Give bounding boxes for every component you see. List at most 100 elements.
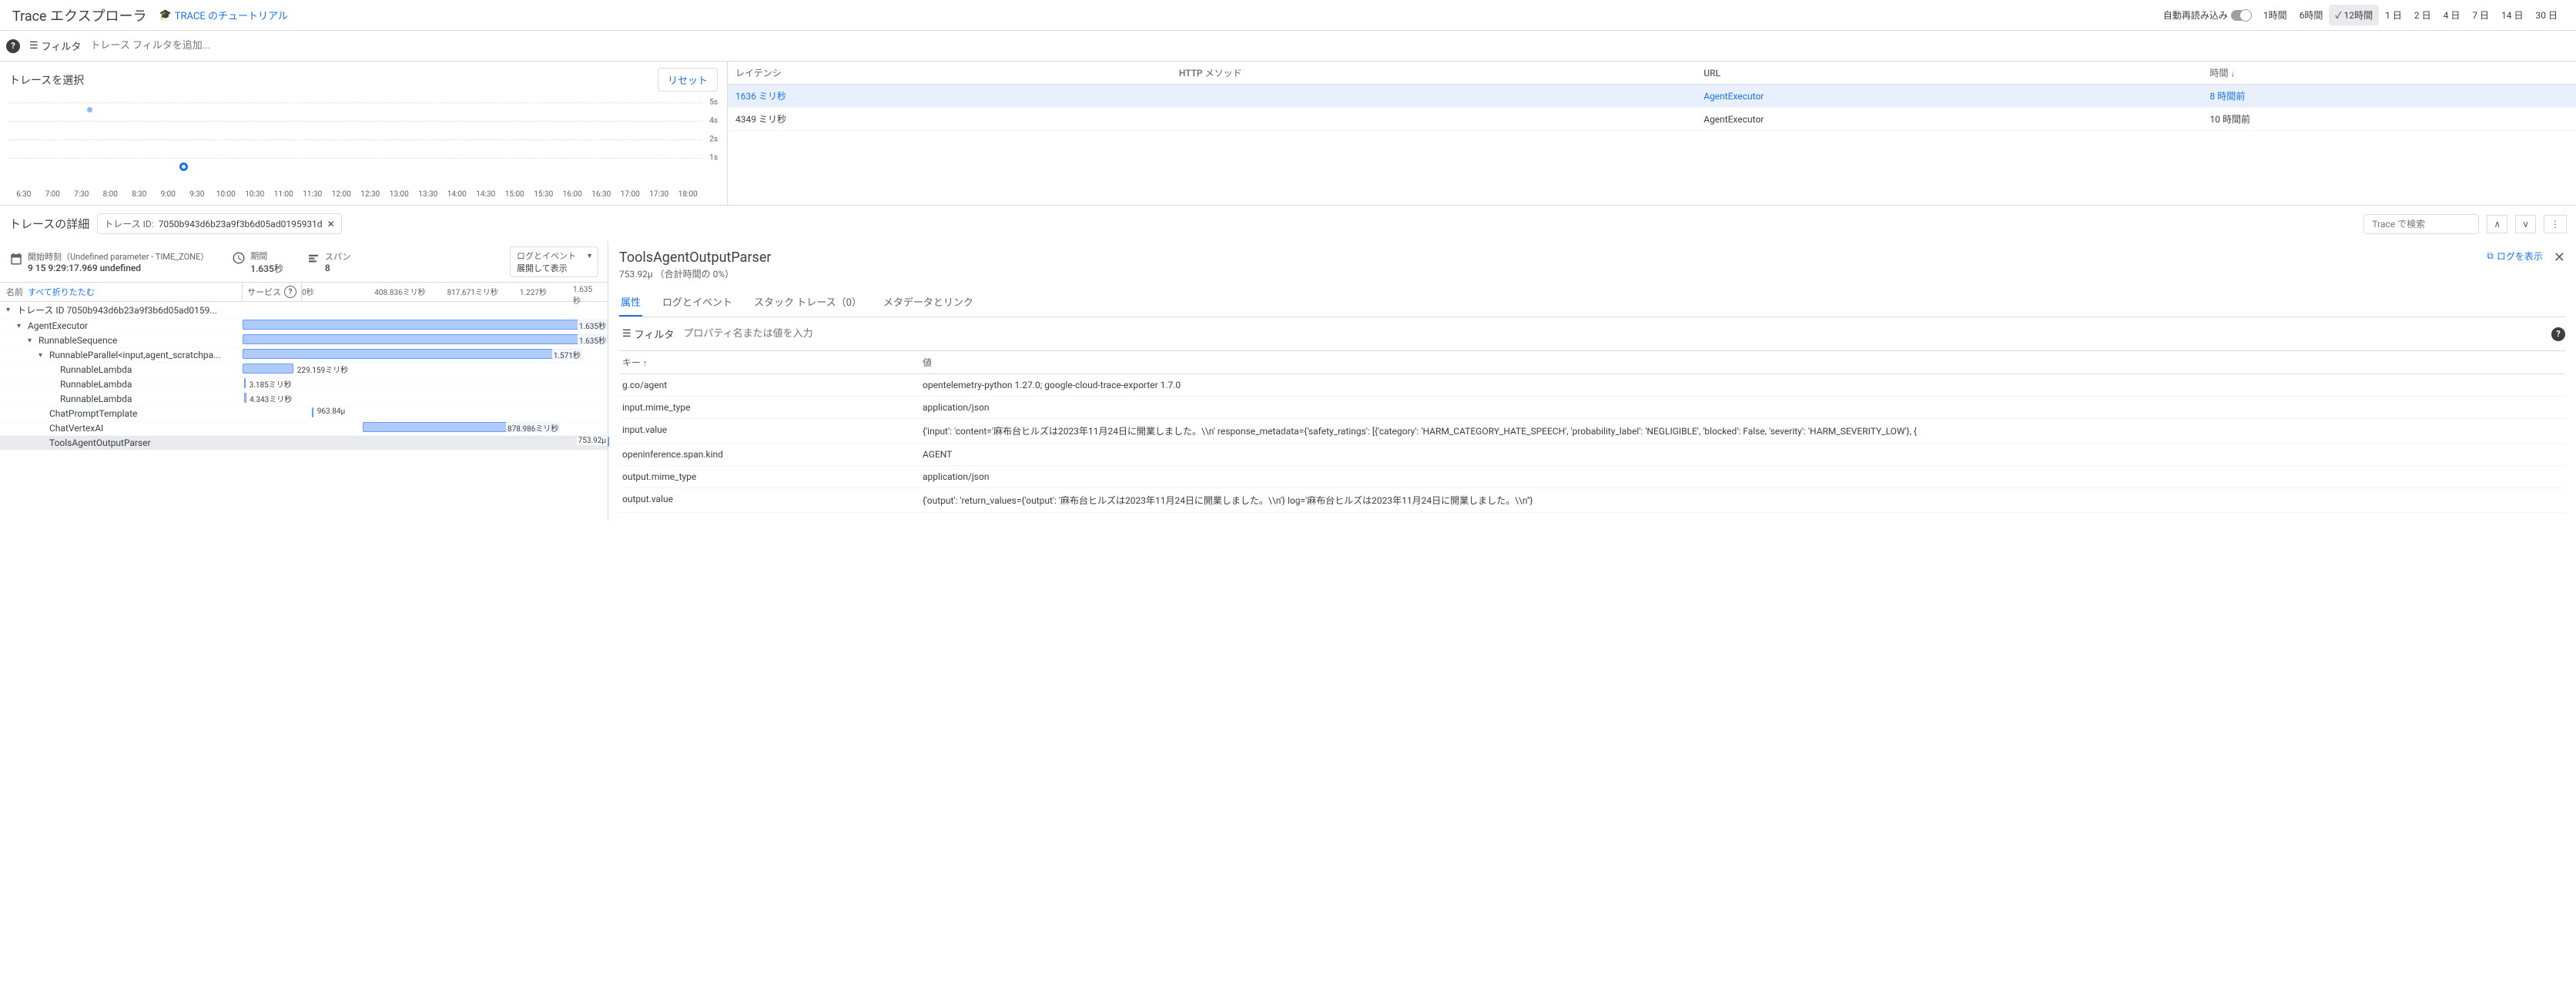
- x-tick: 17:30: [645, 190, 674, 199]
- span-row[interactable]: ▾RunnableParallel<input,agent_scratchpa.…: [0, 348, 608, 363]
- span-duration: 878.986ミリ秒: [506, 422, 560, 434]
- attribute-row[interactable]: input.mime_typeapplication/json: [619, 397, 2565, 419]
- attribute-row[interactable]: openinference.span.kindAGENT: [619, 444, 2565, 466]
- time-range-14 日[interactable]: 14 日: [2495, 5, 2529, 25]
- time-mark: 0秒: [302, 286, 314, 297]
- start-time: 開始時刻（Undefined parameter - TIME_ZONE）9 1…: [9, 250, 209, 273]
- col-method[interactable]: HTTP メソッド: [1171, 62, 1696, 85]
- page-title: Trace エクスプローラ: [12, 5, 147, 25]
- tab-1[interactable]: ログとイベント: [661, 288, 734, 317]
- clear-icon[interactable]: ✕: [327, 219, 335, 229]
- x-tick: 16:30: [587, 190, 616, 199]
- time-range-1時間[interactable]: 1時間: [2257, 5, 2293, 25]
- prev-button[interactable]: ∧: [2487, 215, 2507, 233]
- attribute-row[interactable]: output.value{'output': 'return_values={'…: [619, 488, 2565, 513]
- tree-toggle-icon[interactable]: ▾: [17, 322, 25, 330]
- span-duration: 963.84µ: [316, 407, 347, 416]
- time-range-6時間[interactable]: 6時間: [2293, 5, 2330, 25]
- span-row[interactable]: RunnableLambda 4.343ミリ秒: [0, 392, 608, 407]
- next-button[interactable]: ∨: [2515, 215, 2536, 233]
- span-name-label: RunnableSequence: [39, 335, 117, 346]
- span-row[interactable]: RunnableLambda 3.185ミリ秒: [0, 377, 608, 392]
- graduation-cap-icon: 🎓: [159, 9, 172, 21]
- attribute-row[interactable]: g.co/agentopentelemetry-python 1.27.0; g…: [619, 374, 2565, 397]
- filter-button[interactable]: ☰ フィルタ: [26, 35, 84, 56]
- time-range-30 日[interactable]: 30 日: [2530, 5, 2564, 25]
- x-tick: 9:30: [183, 190, 212, 199]
- col-value[interactable]: 値: [920, 351, 2565, 374]
- service-col-header: サービス: [247, 286, 281, 298]
- span-name-label: ChatPromptTemplate: [49, 408, 137, 419]
- attribute-row[interactable]: output.mime_typeapplication/json: [619, 466, 2565, 488]
- x-tick: 7:30: [67, 190, 96, 199]
- col-time[interactable]: 時間 ↓: [2202, 62, 2576, 85]
- collapse-all-link[interactable]: すべて折りたたむ: [28, 286, 95, 298]
- span-row[interactable]: ChatVertexAI878.986ミリ秒: [0, 421, 608, 436]
- x-tick: 15:30: [529, 190, 558, 199]
- x-tick: 17:00: [616, 190, 645, 199]
- span-duration: 1.635秒: [578, 334, 608, 346]
- span-duration: 3.185ミリ秒: [248, 378, 293, 390]
- x-tick: 11:00: [270, 190, 299, 199]
- time-range-12時間[interactable]: 12時間: [2329, 5, 2379, 25]
- help-icon[interactable]: ?: [2551, 327, 2565, 341]
- trace-id-value: 7050b943d6b23a9f3b6d05ad0195931d: [159, 219, 323, 229]
- x-tick: 18:00: [674, 190, 703, 199]
- time-mark: 817.671ミリ秒: [447, 286, 498, 297]
- span-row[interactable]: ▾AgentExecutor1.635秒: [0, 319, 608, 333]
- scatter-chart[interactable]: 5s4s2s1s: [9, 98, 718, 190]
- span-row[interactable]: ▾トレース ID 7050b943d6b23a9f3b6d05ad0159...: [0, 302, 608, 319]
- filter-icon: ☰: [622, 328, 631, 340]
- span-duration: 1.635秒: [578, 320, 608, 331]
- tree-toggle-icon[interactable]: ▾: [6, 306, 14, 314]
- span-duration: 4.343ミリ秒: [248, 393, 293, 404]
- time-range-4 日[interactable]: 4 日: [2437, 5, 2467, 25]
- close-icon[interactable]: ✕: [2554, 250, 2565, 266]
- help-icon[interactable]: ?: [284, 286, 296, 298]
- table-row[interactable]: 1636 ミリ秒AgentExecutor8 時間前: [728, 85, 2576, 108]
- trace-filter-input[interactable]: [90, 40, 2570, 52]
- auto-reload-toggle[interactable]: 自動再読み込み: [2163, 8, 2251, 22]
- toggle-switch[interactable]: [2231, 10, 2251, 21]
- show-log-link[interactable]: ⧉ログを表示: [2487, 250, 2543, 263]
- property-filter-button[interactable]: ☰ フィルタ: [619, 323, 677, 344]
- y-tick: 2s: [709, 136, 718, 144]
- span-name-label: ToolsAgentOutputParser: [49, 437, 151, 448]
- attribute-row[interactable]: input.value{'input': 'content='麻布台ヒルズは20…: [619, 419, 2565, 444]
- trace-search-input[interactable]: [2363, 214, 2479, 234]
- span-name-label: RunnableLambda: [60, 394, 132, 404]
- span-duration: 753.92µ: [577, 437, 608, 445]
- span-count: スパン8: [307, 250, 351, 273]
- x-tick: 14:00: [443, 190, 472, 199]
- selected-span-title: ToolsAgentOutputParser: [619, 250, 2565, 266]
- log-event-select[interactable]: ログとイベント 展開して表示: [510, 246, 598, 277]
- tree-toggle-icon[interactable]: ▾: [28, 337, 35, 345]
- tab-3[interactable]: メタデータとリンク: [882, 288, 975, 317]
- col-latency[interactable]: レイテンシ: [728, 62, 1171, 85]
- tab-0[interactable]: 属性: [619, 288, 642, 317]
- property-filter-input[interactable]: [683, 328, 2545, 340]
- span-row[interactable]: ChatPromptTemplate 963.84µ: [0, 407, 608, 421]
- external-link-icon: ⧉: [2487, 250, 2494, 262]
- span-row[interactable]: ▾ RunnableSequence 1.635秒: [0, 333, 608, 348]
- attribute-table: キー ↑ 値 g.co/agentopentelemetry-python 1.…: [619, 351, 2565, 513]
- time-range-7 日[interactable]: 7 日: [2466, 5, 2495, 25]
- span-name-label: RunnableLambda: [60, 379, 132, 390]
- time-range-2 日[interactable]: 2 日: [2408, 5, 2437, 25]
- filter-icon: ☰: [29, 40, 39, 52]
- table-row[interactable]: 4349 ミリ秒AgentExecutor10 時間前: [728, 108, 2576, 131]
- tree-toggle-icon[interactable]: ▾: [39, 351, 46, 360]
- col-key[interactable]: キー ↑: [619, 351, 920, 374]
- tab-2[interactable]: スタック トレース（0）: [752, 288, 863, 317]
- tutorial-link[interactable]: 🎓 TRACE のチュートリアル: [159, 8, 288, 22]
- more-button[interactable]: ⋮: [2544, 215, 2567, 233]
- time-range-1 日[interactable]: 1 日: [2379, 5, 2408, 25]
- span-row[interactable]: ToolsAgentOutputParser 753.92µ: [0, 436, 608, 451]
- help-icon[interactable]: ?: [6, 39, 20, 53]
- reset-button[interactable]: リセット: [658, 68, 718, 92]
- trace-table: レイテンシ HTTP メソッド URL 時間 ↓ 1636 ミリ秒AgentEx…: [728, 62, 2576, 131]
- span-row[interactable]: RunnableLambda229.159ミリ秒: [0, 363, 608, 377]
- col-url[interactable]: URL: [1696, 62, 2202, 85]
- time-mark: 1.227秒: [520, 286, 547, 297]
- span-name-label: RunnableLambda: [60, 364, 132, 375]
